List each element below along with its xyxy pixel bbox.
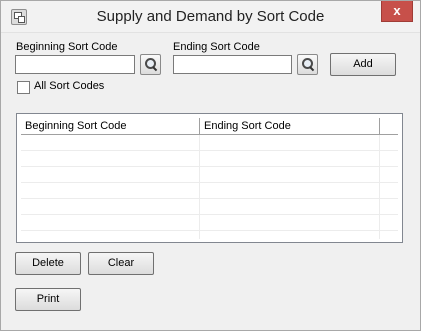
- table-cell: [21, 199, 200, 214]
- delete-button[interactable]: Delete: [15, 252, 81, 275]
- beginning-sort-code-label: Beginning Sort Code: [16, 41, 118, 53]
- column-header-ending[interactable]: Ending Sort Code: [200, 118, 380, 134]
- table-row[interactable]: [21, 231, 398, 239]
- column-header-filler: [380, 118, 398, 134]
- sort-code-range-grid[interactable]: Beginning Sort Code Ending Sort Code: [16, 113, 403, 243]
- title-bar: Supply and Demand by Sort Code x: [1, 1, 420, 33]
- add-button[interactable]: Add: [330, 53, 396, 76]
- table-cell: [200, 151, 380, 166]
- dialog-window: Supply and Demand by Sort Code x Beginni…: [0, 0, 421, 331]
- table-row[interactable]: [21, 135, 398, 151]
- all-sort-codes-checkbox[interactable]: [17, 81, 30, 94]
- table-cell: [21, 167, 200, 182]
- beginning-sort-code-input[interactable]: [15, 55, 135, 74]
- table-cell: [200, 215, 380, 230]
- table-row[interactable]: [21, 183, 398, 199]
- print-button[interactable]: Print: [15, 288, 81, 311]
- ending-sort-code-label: Ending Sort Code: [173, 41, 260, 53]
- table-cell: [200, 183, 380, 198]
- table-cell: [21, 183, 200, 198]
- grid-header: Beginning Sort Code Ending Sort Code: [21, 118, 398, 135]
- table-cell: [21, 135, 200, 150]
- ending-sort-code-input[interactable]: [173, 55, 292, 74]
- ending-lookup-button[interactable]: [297, 54, 318, 75]
- table-cell: [21, 215, 200, 230]
- table-cell: [200, 199, 380, 214]
- app-window-icon: [11, 9, 27, 25]
- table-row[interactable]: [21, 215, 398, 231]
- all-sort-codes-label: All Sort Codes: [34, 80, 105, 92]
- table-cell: [200, 135, 380, 150]
- table-cell: [21, 151, 200, 166]
- close-button[interactable]: x: [381, 1, 413, 22]
- beginning-lookup-button[interactable]: [140, 54, 161, 75]
- table-cell: [200, 167, 380, 182]
- table-cell: [21, 231, 200, 239]
- table-row[interactable]: [21, 199, 398, 215]
- table-row[interactable]: [21, 151, 398, 167]
- table-cell: [200, 231, 380, 239]
- table-row[interactable]: [21, 167, 398, 183]
- clear-button[interactable]: Clear: [88, 252, 154, 275]
- close-icon: x: [393, 3, 401, 18]
- window-title: Supply and Demand by Sort Code: [96, 8, 325, 25]
- column-header-beginning[interactable]: Beginning Sort Code: [21, 118, 200, 134]
